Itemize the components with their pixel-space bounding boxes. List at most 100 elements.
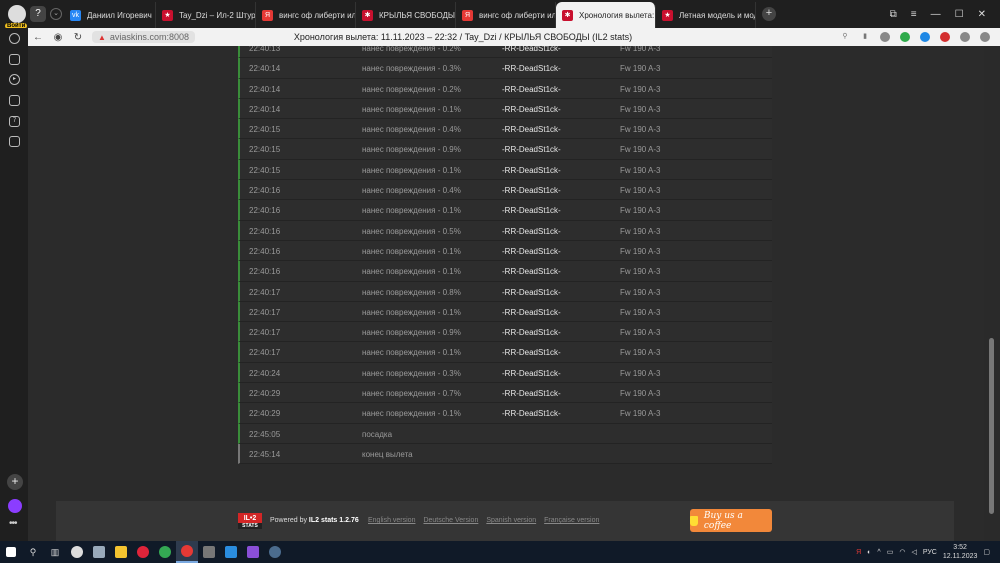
event-pilot[interactable]: -RR-DeadSt1ck-: [502, 247, 561, 256]
minimize-button[interactable]: —: [931, 9, 941, 20]
maximize-button[interactable]: ☐: [955, 9, 964, 20]
event-action: посадка: [362, 429, 393, 439]
collections-icon[interactable]: [9, 54, 20, 65]
download-icon[interactable]: [980, 32, 990, 42]
table-row: 22:40:15 нанес повреждения - 0.1% -RR-Dead…: [238, 159, 772, 181]
clipboard-icon[interactable]: [9, 95, 20, 106]
event-time: 22:40:16: [249, 246, 281, 256]
event-pilot[interactable]: -RR-DeadSt1ck-: [502, 145, 561, 154]
alice-assistant-icon[interactable]: [8, 499, 22, 513]
il2stats-logo[interactable]: IL•2 STATS: [238, 513, 262, 529]
add-panel-button[interactable]: +: [7, 474, 23, 490]
clock[interactable]: 3:52 12.11.2023: [943, 543, 978, 561]
event-pilot[interactable]: -RR-DeadSt1ck-: [502, 288, 561, 297]
tab-6[interactable]: ★ Летная модель и модель: [656, 2, 756, 28]
windows-start-icon[interactable]: [0, 541, 22, 563]
vscode-icon[interactable]: [220, 541, 242, 563]
tab-4[interactable]: Явингс оф либерти ил-2 —: [456, 2, 556, 28]
profile-avatar[interactable]: Войти: [5, 5, 28, 29]
event-pilot[interactable]: -RR-DeadSt1ck-: [502, 64, 561, 73]
tray-expand-icon[interactable]: ^: [877, 549, 880, 556]
event-pilot[interactable]: -RR-DeadSt1ck-: [502, 166, 561, 175]
scrollbar-thumb[interactable]: [989, 338, 994, 514]
notifications-icon[interactable]: ▢: [983, 548, 990, 556]
yandex-tray-icon[interactable]: Я: [856, 549, 861, 556]
visual-studio-icon[interactable]: [242, 541, 264, 563]
event-pilot[interactable]: -RR-DeadSt1ck-: [502, 227, 561, 236]
event-pilot[interactable]: -RR-DeadSt1ck-: [502, 328, 561, 337]
tab-3[interactable]: ✱ КРЫЛЬЯ СВОБОДЫ (IL2 st: [356, 2, 456, 28]
powered-link[interactable]: IL2 stats 1.2.76: [309, 517, 359, 524]
event-pilot[interactable]: -RR-DeadSt1ck-: [502, 267, 561, 276]
network-icon[interactable]: ▭: [887, 548, 894, 556]
history-icon[interactable]: [9, 33, 20, 44]
translate-icon[interactable]: [880, 32, 890, 42]
event-pilot[interactable]: -RR-DeadSt1ck-: [502, 389, 561, 398]
close-window-button[interactable]: ✕: [978, 9, 986, 20]
search-icon[interactable]: ⚲: [840, 32, 850, 42]
yandex-browser-icon[interactable]: [176, 541, 198, 563]
event-aircraft: Fw 190 A-3: [620, 104, 661, 114]
adblock-icon[interactable]: [940, 32, 950, 42]
event-pilot[interactable]: -RR-DeadSt1ck-: [502, 206, 561, 215]
shield-icon[interactable]: [900, 32, 910, 42]
more-icon[interactable]: •••: [9, 518, 17, 529]
event-time: 22:40:14: [249, 104, 281, 114]
new-tab-button[interactable]: +: [762, 7, 776, 21]
chevron-down-icon[interactable]: ⌄: [50, 8, 62, 20]
event-pilot[interactable]: -RR-DeadSt1ck-: [502, 46, 561, 53]
calendar-icon[interactable]: 7: [9, 116, 20, 127]
lang-link-german[interactable]: Deutsche Version: [423, 517, 478, 524]
event-time: 22:40:15: [249, 165, 281, 175]
tab-5[interactable]: ✱Хронология вылета: 11.✕: [556, 2, 656, 28]
app-icon-2[interactable]: [88, 541, 110, 563]
steam-tray-icon[interactable]: ◐: [867, 549, 871, 556]
url-field[interactable]: ▲ aviaskins.com:8008: [92, 31, 195, 43]
app-icon-3[interactable]: [198, 541, 220, 563]
share-icon[interactable]: [960, 32, 970, 42]
event-pilot[interactable]: -RR-DeadSt1ck-: [502, 348, 561, 357]
language-indicator[interactable]: РУС: [923, 549, 937, 556]
task-view-icon[interactable]: ▥: [44, 541, 66, 563]
reload-icon[interactable]: ↻: [68, 32, 88, 43]
event-time: 22:40:13: [249, 46, 281, 53]
bookmark-pane-icon[interactable]: ⧉: [890, 9, 897, 20]
opera-icon[interactable]: [132, 541, 154, 563]
page-scrollbar[interactable]: [984, 46, 1000, 541]
search-icon[interactable]: ⚲: [22, 541, 44, 563]
menu-icon[interactable]: ≡: [911, 9, 917, 20]
wifi-icon[interactable]: ◠: [899, 548, 905, 556]
tab-favicon-icon: Я: [262, 9, 273, 21]
event-pilot[interactable]: -RR-DeadSt1ck-: [502, 125, 561, 134]
tab-1[interactable]: ★ Tay_Dzi – Ил-2 Штурмовик: [156, 2, 256, 28]
media-play-icon[interactable]: ▸: [9, 74, 20, 85]
not-secure-icon[interactable]: ▲: [98, 33, 106, 42]
lang-link-english[interactable]: English version: [368, 517, 415, 524]
event-time: 22:40:16: [249, 267, 281, 277]
steam-icon[interactable]: [264, 541, 286, 563]
event-pilot[interactable]: -RR-DeadSt1ck-: [502, 369, 561, 378]
tab-0[interactable]: vk Даниил Игоревич: [64, 2, 156, 28]
yandex-q-icon[interactable]: ?: [30, 6, 46, 22]
extension-icon[interactable]: [920, 32, 930, 42]
event-pilot[interactable]: -RR-DeadSt1ck-: [502, 85, 561, 94]
app-icon-1[interactable]: [66, 541, 88, 563]
file-explorer-icon[interactable]: [110, 541, 132, 563]
table-row: 22:40:16 нанес повреждения - 0.1% -RR-Dead…: [238, 240, 772, 262]
volume-icon[interactable]: ◁: [911, 548, 916, 556]
event-action: нанес повреждения - 0.1%: [362, 267, 461, 277]
tab-2[interactable]: Явингс оф либерти ил-2 —: [256, 2, 356, 28]
event-pilot[interactable]: -RR-DeadSt1ck-: [502, 308, 561, 317]
event-pilot[interactable]: -RR-DeadSt1ck-: [502, 105, 561, 114]
protect-icon[interactable]: ◉: [48, 32, 68, 43]
event-pilot[interactable]: -RR-DeadSt1ck-: [502, 409, 561, 418]
back-arrow-icon[interactable]: ←: [28, 32, 48, 43]
event-time: 22:40:15: [249, 145, 281, 155]
chrome-icon[interactable]: [154, 541, 176, 563]
camera-icon[interactable]: [9, 136, 20, 147]
event-pilot[interactable]: -RR-DeadSt1ck-: [502, 186, 561, 195]
lang-link-spanish[interactable]: Spanish version: [486, 517, 536, 524]
bookmark-icon[interactable]: ▮: [860, 32, 870, 42]
lang-link-french[interactable]: Française version: [544, 517, 599, 524]
buy-coffee-button[interactable]: Buy us a coffee: [690, 509, 772, 532]
